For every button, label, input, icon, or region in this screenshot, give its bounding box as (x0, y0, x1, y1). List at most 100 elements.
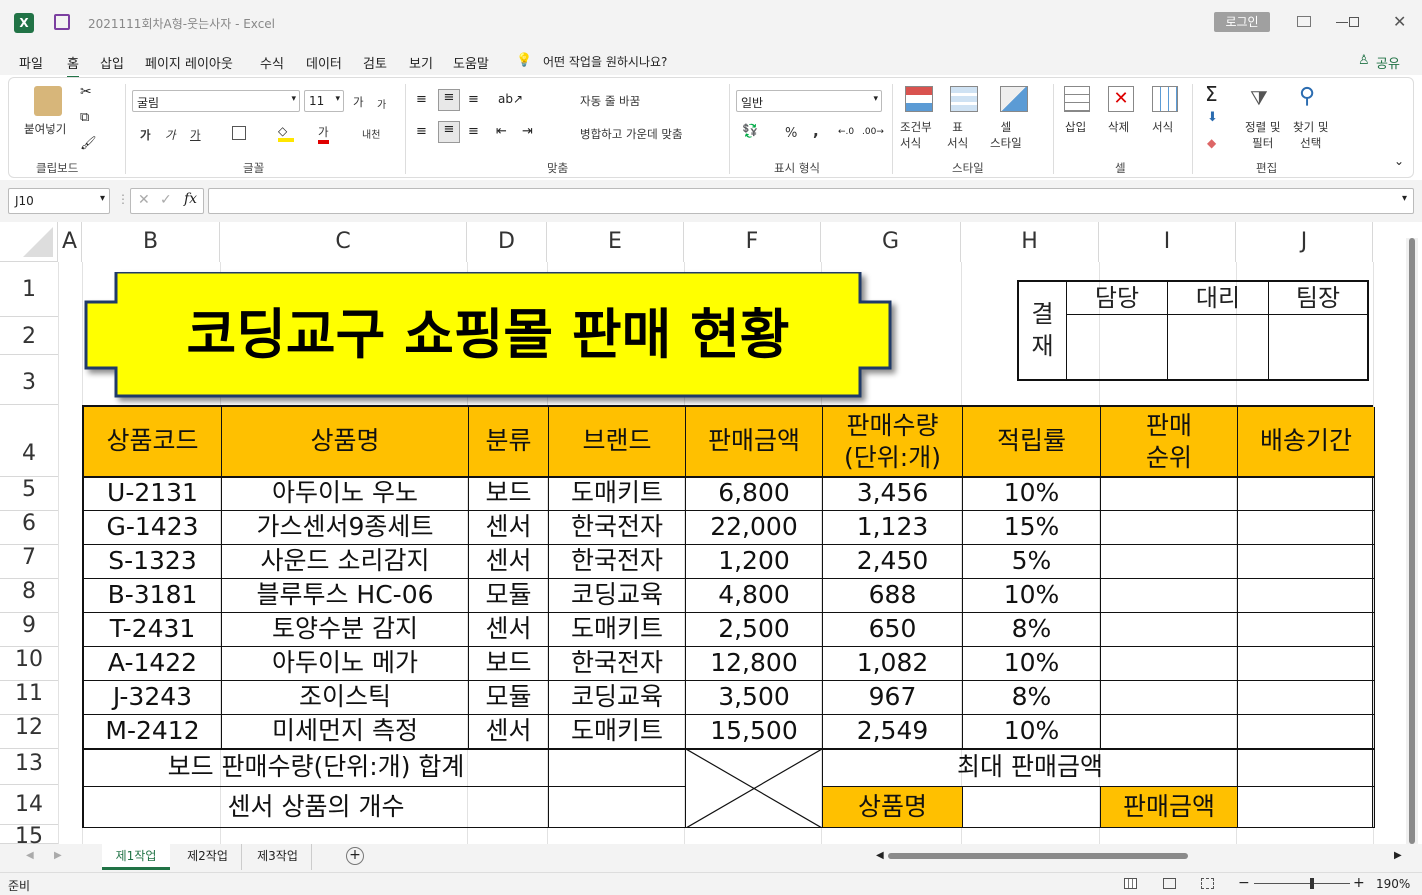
row-header-9[interactable]: 9 (0, 613, 58, 647)
data-cell-r5-c2[interactable]: 토양수분 감지 (222, 613, 469, 647)
paste-button[interactable]: 붙여넣기 (24, 121, 66, 137)
column-header-J[interactable]: J (1236, 222, 1373, 262)
data-cell-r2-c9[interactable] (1238, 511, 1375, 545)
percent-button[interactable]: % (785, 126, 797, 141)
delete-cells-icon[interactable]: ✕ (1108, 86, 1134, 112)
data-cell-r5-c8[interactable] (1101, 613, 1238, 647)
enter-icon[interactable]: ✓ (160, 192, 172, 208)
align-middle-icon[interactable]: ≡ (438, 89, 460, 111)
row-header-14[interactable]: 14 (0, 785, 58, 825)
data-cell-r6-c8[interactable] (1101, 647, 1238, 681)
column-header-D[interactable]: D (467, 222, 547, 262)
header-sales-amount[interactable]: 판매금액 (686, 407, 823, 477)
data-cell-r5-c3[interactable]: 센서 (469, 613, 549, 647)
font-color-button[interactable]: 가 (318, 124, 329, 144)
row-header-2[interactable]: 2 (0, 317, 58, 355)
data-cell-r2-c4[interactable]: 한국전자 (549, 511, 686, 545)
menu-help[interactable]: 도움말 (453, 53, 489, 72)
menu-review[interactable]: 검토 (363, 53, 387, 72)
data-cell-r3-c8[interactable] (1101, 545, 1238, 579)
approval-sign-1[interactable] (1067, 315, 1168, 379)
data-cell-r2-c1[interactable]: G-1423 (84, 511, 222, 545)
data-cell-r2-c7[interactable]: 15% (963, 511, 1101, 545)
crossed-out-cell[interactable] (686, 749, 823, 828)
insert-cells-icon[interactable] (1064, 86, 1090, 112)
login-button[interactable]: 로그인 (1214, 12, 1270, 32)
share-button[interactable]: 공유 (1376, 53, 1400, 72)
data-cell-r6-c5[interactable]: 12,800 (686, 647, 823, 681)
data-cell-r1-c9[interactable] (1238, 477, 1375, 511)
decrease-decimal-icon[interactable]: .00→ (862, 127, 884, 137)
menu-view[interactable]: 보기 (409, 53, 433, 72)
data-cell-r5-c1[interactable]: T-2431 (84, 613, 222, 647)
data-cell-r7-c8[interactable] (1101, 681, 1238, 715)
menu-data[interactable]: 데이터 (306, 53, 342, 72)
sales-amount-label[interactable]: 판매금액 (1101, 787, 1238, 828)
data-cell-r2-c6[interactable]: 1,123 (823, 511, 963, 545)
clear-icon[interactable]: ◆ (1207, 136, 1216, 150)
zoom-level[interactable]: 190% (1376, 877, 1410, 891)
underline-button[interactable]: 가 (190, 127, 201, 143)
border-icon[interactable] (232, 126, 246, 140)
data-cell-r6-c7[interactable]: 10% (963, 647, 1101, 681)
autosum-icon[interactable]: Σ (1205, 82, 1218, 106)
row-header-3[interactable]: 3 (0, 355, 58, 405)
data-cell-r1-c7[interactable]: 10% (963, 477, 1101, 511)
italic-button[interactable]: 가 (165, 127, 176, 143)
data-cell-r8-c2[interactable]: 미세먼지 측정 (222, 715, 469, 749)
row-header-5[interactable]: 5 (0, 477, 58, 511)
data-cell-r7-c6[interactable]: 967 (823, 681, 963, 715)
data-cell-r7-c2[interactable]: 조이스틱 (222, 681, 469, 715)
number-format-select[interactable]: 일반 ▾ (736, 90, 882, 112)
data-cell-r4-c2[interactable]: 블루투스 HC-06 (222, 579, 469, 613)
sort-filter-button[interactable]: 정렬 및 필터 (1245, 119, 1280, 151)
header-quantity[interactable]: 판매수량 (단위:개) (823, 407, 963, 477)
align-top-icon[interactable]: ≡ (416, 92, 427, 107)
align-center-icon[interactable]: ≡ (438, 121, 460, 143)
format-table-button[interactable]: 표 서식 (947, 119, 968, 151)
data-cell-r1-c6[interactable]: 3,456 (823, 477, 963, 511)
font-size-select[interactable]: 11 ▾ (304, 90, 344, 112)
row-header-13[interactable]: 13 (0, 749, 58, 785)
name-box[interactable]: J10 ▾ (8, 188, 110, 214)
row-header-15[interactable]: 15 (0, 825, 58, 848)
tab-sheet1[interactable]: 제1작업 (102, 844, 170, 870)
comma-button[interactable]: , (813, 122, 819, 140)
add-sheet-icon[interactable]: + (346, 847, 364, 865)
data-cell-r8-c3[interactable]: 센서 (469, 715, 549, 749)
data-cell-r3-c3[interactable]: 센서 (469, 545, 549, 579)
fill-color-icon[interactable]: ◇ (278, 124, 294, 142)
tab-scroll-left-icon[interactable]: ◀ (26, 850, 34, 861)
data-cell-r3-c5[interactable]: 1,200 (686, 545, 823, 579)
data-cell-r4-c7[interactable]: 10% (963, 579, 1101, 613)
data-cell-r8-c5[interactable]: 15,500 (686, 715, 823, 749)
sum-sensor-count-value[interactable] (549, 787, 686, 828)
data-cell-r5-c7[interactable]: 8% (963, 613, 1101, 647)
minimize-icon[interactable] (1336, 22, 1348, 23)
page-layout-icon[interactable] (1163, 878, 1176, 889)
zoom-slider[interactable] (1254, 878, 1350, 889)
data-cell-r2-c2[interactable]: 가스센서9종세트 (222, 511, 469, 545)
menu-page-layout[interactable]: 페이지 레이아웃 (145, 53, 233, 72)
header-reward-rate[interactable]: 적립률 (963, 407, 1101, 477)
data-cell-r6-c2[interactable]: 아두이노 메가 (222, 647, 469, 681)
data-cell-r3-c6[interactable]: 2,450 (823, 545, 963, 579)
max-sales-value[interactable] (1238, 749, 1375, 787)
data-cell-r1-c1[interactable]: U-2131 (84, 477, 222, 511)
paste-icon[interactable] (34, 86, 62, 116)
scroll-left-icon[interactable]: ◀ (876, 850, 884, 861)
header-product-name[interactable]: 상품명 (222, 407, 469, 477)
page-break-icon[interactable] (1201, 878, 1214, 889)
sales-amount-value[interactable] (1238, 787, 1375, 828)
align-left-icon[interactable]: ≡ (416, 124, 427, 139)
select-all-corner[interactable] (0, 222, 58, 262)
decrease-indent-icon[interactable]: ⇤ (496, 124, 507, 139)
data-cell-r8-c7[interactable]: 10% (963, 715, 1101, 749)
formula-input[interactable] (208, 188, 1414, 214)
data-cell-r6-c6[interactable]: 1,082 (823, 647, 963, 681)
tab-sheet2[interactable]: 제2작업 (174, 844, 242, 870)
vertical-scrollbar[interactable] (1406, 238, 1418, 844)
horizontal-scrollbar[interactable]: ◀ ▶ (876, 850, 1402, 862)
phonetic-button[interactable]: 내천 (362, 126, 380, 141)
increase-decimal-icon[interactable]: ←.0 (838, 127, 854, 137)
